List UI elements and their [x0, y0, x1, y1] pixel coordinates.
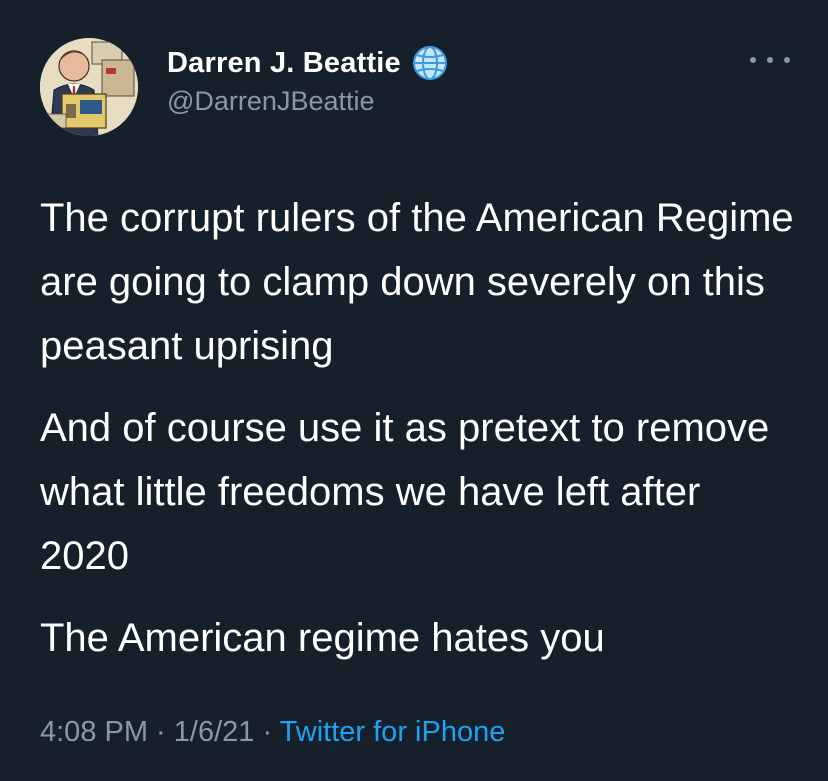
caricature-reading-book-avatar-icon [40, 38, 138, 136]
author-name-row: Darren J. Beattie [167, 44, 449, 82]
tweet-paragraph: And of course use it as pretext to remov… [40, 406, 770, 578]
tweet-card: Darren J. Beattie @DarrenJBeattie The co… [0, 0, 828, 781]
dot-icon [767, 57, 773, 63]
tweet-text: The corrupt rulers of the American Regim… [40, 186, 800, 688]
author-handle[interactable]: @DarrenJBeattie [167, 86, 375, 117]
tweet-paragraph: The American regime hates you [40, 616, 605, 660]
tweet-metadata: 4:08 PM · 1/6/21 · Twitter for iPhone [40, 716, 505, 749]
dot-icon [750, 57, 756, 63]
tweet-date[interactable]: 1/6/21 [174, 716, 255, 748]
display-name[interactable]: Darren J. Beattie [167, 47, 401, 80]
tweet-source-link[interactable]: Twitter for iPhone [280, 716, 506, 748]
tweet-time[interactable]: 4:08 PM [40, 716, 148, 748]
meta-separator: · [148, 716, 174, 748]
more-horizontal-icon[interactable] [750, 50, 790, 70]
globe-icon [411, 44, 449, 82]
meta-separator: · [254, 716, 280, 748]
dot-icon [784, 57, 790, 63]
avatar[interactable] [40, 38, 138, 136]
tweet-paragraph: The corrupt rulers of the American Regim… [40, 196, 794, 368]
